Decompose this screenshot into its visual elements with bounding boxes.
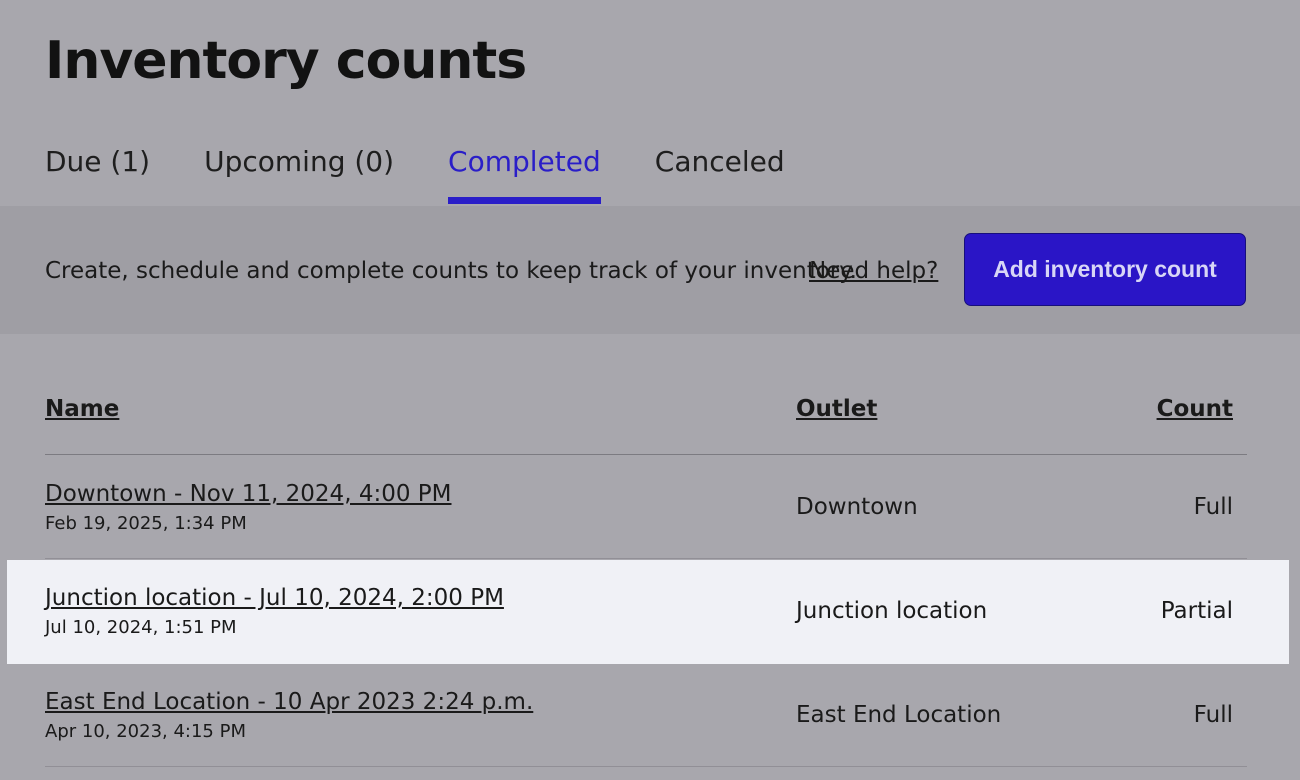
table-row[interactable]: Junction location - Jul 10, 2024, 2:00 P… — [0, 559, 1300, 664]
row-date: Apr 10, 2023, 4:15 PM — [45, 721, 246, 742]
add-inventory-count-button[interactable]: Add inventory count — [964, 233, 1246, 306]
tab-completed[interactable]: Completed — [448, 140, 601, 206]
column-header-name[interactable]: Name — [45, 394, 119, 424]
row-divider — [45, 766, 1247, 767]
tab-bar: Due (1) Upcoming (0) Completed Canceled — [45, 140, 839, 206]
row-date: Jul 10, 2024, 1:51 PM — [45, 617, 237, 638]
row-outlet: Downtown — [796, 494, 918, 520]
info-bar: Create, schedule and complete counts to … — [0, 206, 1300, 334]
column-header-outlet[interactable]: Outlet — [796, 394, 877, 424]
row-outlet: East End Location — [796, 702, 1002, 728]
need-help-link[interactable]: Need help? — [809, 256, 938, 286]
tab-due[interactable]: Due (1) — [45, 140, 150, 206]
row-outlet: Junction location — [796, 598, 988, 624]
column-header-count[interactable]: Count — [1157, 394, 1233, 424]
row-name-link[interactable]: East End Location - 10 Apr 2023 2:24 p.m… — [45, 687, 533, 717]
info-text: Create, schedule and complete counts to … — [45, 258, 857, 284]
page-title: Inventory counts — [45, 31, 527, 91]
tab-canceled[interactable]: Canceled — [655, 140, 785, 206]
row-count: Partial — [1160, 598, 1233, 624]
row-count: Full — [1193, 494, 1233, 520]
table-row[interactable]: East End Location - 10 Apr 2023 2:24 p.m… — [0, 663, 1300, 767]
row-date: Feb 19, 2025, 1:34 PM — [45, 513, 247, 534]
row-name-link[interactable]: Junction location - Jul 10, 2024, 2:00 P… — [45, 583, 504, 613]
row-count: Full — [1193, 702, 1233, 728]
row-name-link[interactable]: Downtown - Nov 11, 2024, 4:00 PM — [45, 479, 452, 509]
tab-upcoming[interactable]: Upcoming (0) — [204, 140, 394, 206]
table-row[interactable]: Downtown - Nov 11, 2024, 4:00 PM Feb 19,… — [0, 455, 1300, 559]
